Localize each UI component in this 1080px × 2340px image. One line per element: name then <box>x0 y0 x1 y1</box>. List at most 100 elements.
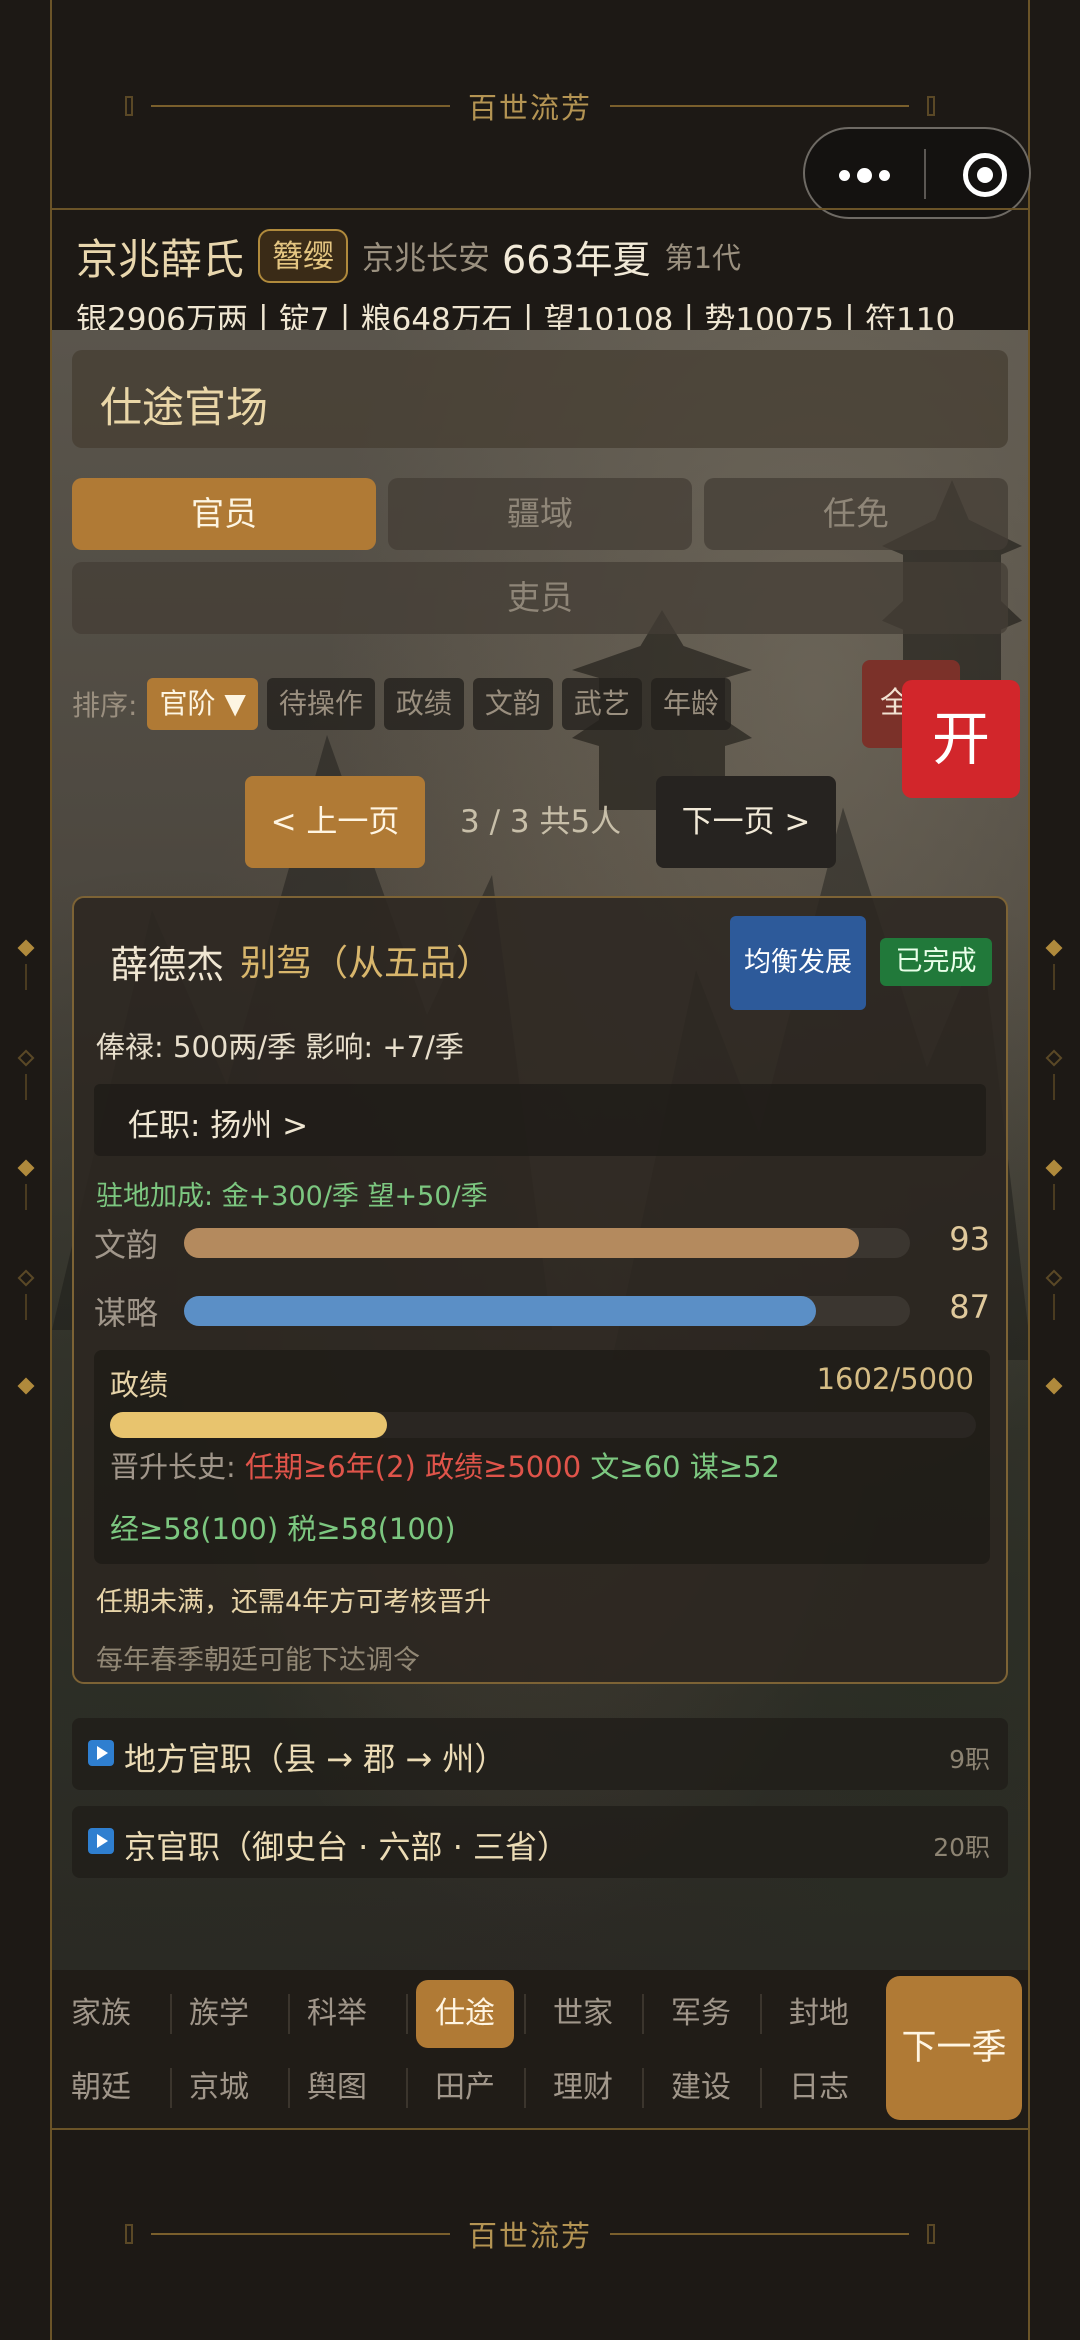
merit-bar-track <box>110 1412 976 1438</box>
nav-divider <box>642 1994 644 2034</box>
motto-line-right <box>610 2233 910 2235</box>
nav-divider <box>406 2068 408 2108</box>
nav-divider <box>642 2068 644 2108</box>
motto-end-left <box>125 96 133 116</box>
side-ornament-right <box>1044 939 1064 1395</box>
stat-bar-track <box>184 1296 910 1326</box>
motto-text: 百世流芳 <box>468 2219 593 2253</box>
merit-panel: 政绩 1602/5000 晋升长史: 任期≥6年(2) 政绩≥5000 文≥60… <box>94 1350 990 1564</box>
nav-construction[interactable]: 建设 <box>652 2054 750 2122</box>
promotion-label: 晋升长史: <box>110 1450 236 1484</box>
motto-end-right <box>927 96 936 116</box>
nav-family[interactable]: 家族 <box>52 1980 150 2048</box>
merit-label: 政绩 <box>110 1368 169 1402</box>
stat-literary: 文韵 93 <box>94 1218 990 1264</box>
sort-rank[interactable]: 官阶 ▼ <box>147 678 258 730</box>
tab-officials[interactable]: 官员 <box>72 478 376 550</box>
next-page-button[interactable]: 下一页 > <box>656 776 836 868</box>
motto-end-right <box>927 2224 936 2244</box>
pagination: < 上一页 3 / 3 共5人 下一页 > <box>52 776 1028 868</box>
stat-strategy: 谋略 87 <box>94 1286 990 1332</box>
nav-bottom-line <box>50 2128 1030 2130</box>
stat-bar-track <box>184 1228 910 1258</box>
motto-end-left <box>125 2224 133 2244</box>
target-circle-icon[interactable] <box>963 153 1007 197</box>
play-square-icon <box>88 1740 114 1766</box>
panel-title-text: 仕途官场 <box>100 383 269 432</box>
tab-clerks[interactable]: 吏员 <box>72 562 1008 634</box>
req-strategy: 谋≥52 <box>689 1450 781 1484</box>
official-name: 薛德杰 <box>110 943 225 987</box>
strategy-button[interactable]: 均衡发展 <box>730 916 866 1010</box>
year-season: 663年夏 <box>502 237 651 282</box>
sort-label: 排序: <box>72 689 138 722</box>
nav-map[interactable]: 舆图 <box>288 2054 386 2122</box>
post-label: 任职: 扬州 > <box>128 1108 309 1144</box>
req-classics: 经≥58(100) <box>110 1512 279 1546</box>
sort-literary[interactable]: 文韵 <box>472 678 553 730</box>
page-info: 3 / 3 共5人 <box>460 804 622 840</box>
edict-note: 每年春季朝廷可能下达调令 <box>96 1645 420 1676</box>
nav-finance[interactable]: 理财 <box>534 2054 632 2122</box>
tab-appointments[interactable]: 任免 <box>704 478 1008 550</box>
stat-bar-fill <box>184 1296 816 1326</box>
panel-title: 仕途官场 <box>72 350 1008 448</box>
nav-divider <box>760 2068 762 2108</box>
sort-merit[interactable]: 政绩 <box>383 678 464 730</box>
motto-line-left <box>151 2233 450 2235</box>
mini-program-capsule <box>803 127 1031 219</box>
rank-badge: 簪缨 <box>258 229 349 283</box>
nav-clan-school[interactable]: 族学 <box>170 1980 268 2048</box>
req-tax: 税≥58(100) <box>287 1512 456 1546</box>
capsule-divider <box>924 149 926 199</box>
nav-career[interactable]: 仕途 <box>416 1980 514 2048</box>
nav-noble-houses[interactable]: 世家 <box>534 1980 632 2048</box>
status-badge: 已完成 <box>880 938 992 986</box>
salary-info: 俸禄: 500两/季 影响: +7/季 <box>96 1030 464 1064</box>
promotion-requirements-2: 经≥58(100) 税≥58(100) <box>110 1506 456 1552</box>
req-merit: 政绩≥5000 <box>425 1450 582 1484</box>
nav-log[interactable]: 日志 <box>770 2054 868 2122</box>
merit-value: 1602/5000 <box>816 1362 974 1396</box>
region-label: 京兆长安 <box>362 239 491 277</box>
play-square-icon <box>88 1828 114 1854</box>
stat-label: 谋略 <box>94 1294 159 1332</box>
official-card: 薛德杰 别驾（从五品） 均衡发展 已完成 俸禄: 500两/季 影响: +7/季… <box>72 896 1008 1684</box>
motto-text: 百世流芳 <box>468 91 593 125</box>
family-name: 京兆薛氏 <box>76 234 245 284</box>
section-count: 20职 <box>933 1833 990 1862</box>
sort-bar: 排序: 官阶 ▼ 待操作 政绩 文韵 武艺 年龄 <box>72 678 740 730</box>
req-literary: 文≥60 <box>590 1450 681 1484</box>
post-selector[interactable]: 任职: 扬州 > <box>94 1084 986 1156</box>
section-local-posts[interactable]: 地方官职（县 → 郡 → 州） 9职 <box>72 1718 1008 1790</box>
motto-line-left <box>151 105 450 107</box>
nav-capital[interactable]: 京城 <box>170 2054 268 2122</box>
nav-court[interactable]: 朝廷 <box>52 2054 150 2122</box>
post-bonus: 驻地加成: 金+300/季 望+50/季 <box>96 1181 488 1212</box>
stat-label: 文韵 <box>94 1226 159 1264</box>
stat-value: 87 <box>949 1288 990 1326</box>
section-capital-posts[interactable]: 京官职（御史台 · 六部 · 三省） 20职 <box>72 1806 1008 1878</box>
bottom-nav: 家族 族学 科举 仕途 世家 军务 封地 朝廷 京城 舆图 田产 理财 建设 日… <box>52 1970 1028 2128</box>
tab-territory[interactable]: 疆域 <box>388 478 692 550</box>
nav-divider <box>406 1994 408 2034</box>
main-content: 仕途官场 官员 疆域 任免 吏员 排序: 官阶 ▼ 待操作 政绩 文韵 武艺 年… <box>52 330 1028 1970</box>
top-motto-banner: 百世流芳 <box>125 86 936 126</box>
tenure-note: 任期未满，还需4年方可考核晋升 <box>96 1587 492 1618</box>
stat-bar-fill <box>184 1228 860 1258</box>
section-title: 京官职（御史台 · 六部 · 三省） <box>124 1828 570 1866</box>
sort-age[interactable]: 年龄 <box>650 678 731 730</box>
sort-martial[interactable]: 武艺 <box>561 678 642 730</box>
nav-exams[interactable]: 科举 <box>288 1980 386 2048</box>
nav-fief[interactable]: 封地 <box>770 1980 868 2048</box>
section-title: 地方官职（县 → 郡 → 州） <box>124 1740 507 1778</box>
nav-farmland[interactable]: 田产 <box>416 2054 514 2122</box>
merit-bar-fill <box>110 1412 388 1438</box>
stat-value: 93 <box>949 1220 990 1258</box>
sort-pending[interactable]: 待操作 <box>266 678 375 730</box>
next-season-button[interactable]: 下一季 <box>886 1976 1022 2120</box>
prev-page-button[interactable]: < 上一页 <box>245 776 425 868</box>
more-dots-icon[interactable] <box>839 168 890 183</box>
nav-military[interactable]: 军务 <box>652 1980 750 2048</box>
promotion-requirements: 晋升长史: 任期≥6年(2) 政绩≥5000 文≥60 谋≥52 <box>110 1444 780 1490</box>
